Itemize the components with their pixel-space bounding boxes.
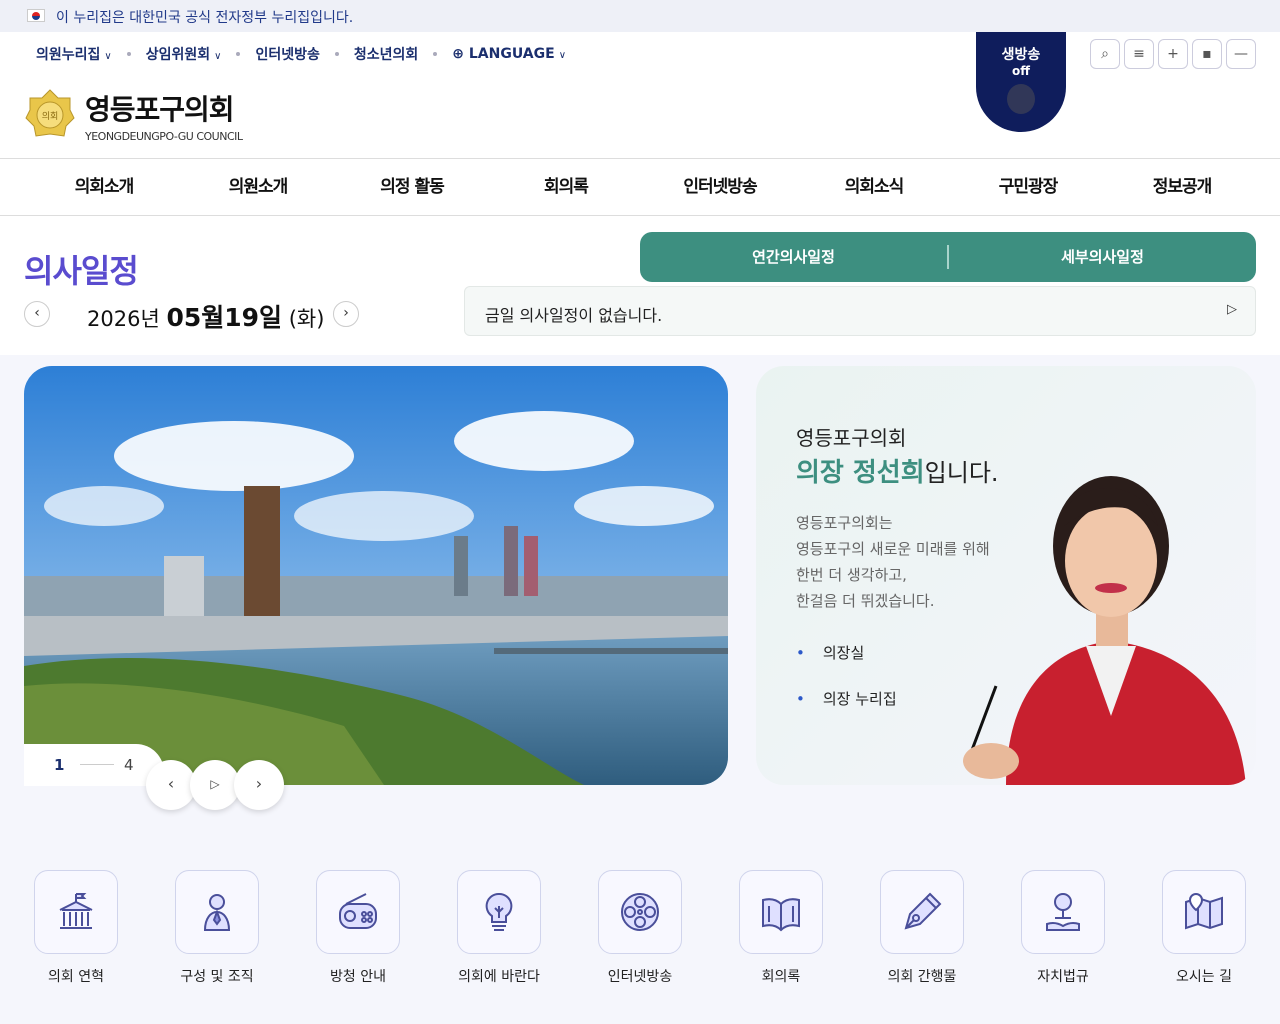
nav-item[interactable]: 정보공개 [1105,159,1259,215]
quick-link-visit[interactable]: 방청 안내 [316,870,400,986]
zoom-in-icon[interactable]: + [1158,39,1188,69]
live-status: off [1012,64,1030,78]
util-link-members[interactable]: 의원누리집 ∨ [36,44,112,64]
nav-item[interactable]: 인터넷방송 [643,159,797,215]
slide-next-button[interactable]: › [234,760,284,810]
chairman-site-link[interactable]: 의장 누리집 [796,688,897,709]
quick-link-broadcast[interactable]: 인터넷방송 [598,870,682,986]
schedule-date: 2026년 05월19일 (화) [87,303,325,332]
nav-item[interactable]: 의정 활동 [335,159,489,215]
slide-play-button[interactable]: ▷ [190,760,240,810]
schedule-notice[interactable]: 금일 의사일정이 없습니다. ▷ [464,286,1256,336]
korea-flag-icon [27,9,45,22]
nav-item[interactable]: 의회소식 [797,159,951,215]
site-subtitle: YEONGDEUNGPO-GU COUNCIL [85,130,243,143]
chevron-down-icon: ∨ [558,50,567,61]
radio-icon [339,893,377,929]
brand[interactable]: 영등포구의회 YEONGDEUNGPO-GU COUNCIL [85,88,243,143]
tab-detail-schedule[interactable]: 세부의사일정 [949,232,1256,282]
nav-item[interactable]: 의회소개 [27,159,181,215]
quick-link-ordinance[interactable]: 자치법규 [1021,870,1105,986]
search-icon[interactable]: ⌕ [1090,39,1120,69]
chairman-greeting: 영등포구의회 의장 정선희입니다. 영등포구의회는 영등포구의 새로운 미래를 … [756,366,1256,785]
main-nav: 의회소개 의원소개 의정 활동 회의록 인터넷방송 의회소식 구민광장 정보공개 [0,158,1280,216]
book-icon [762,898,800,932]
reset-icon[interactable]: ▪ [1192,39,1222,69]
person-icon [203,894,231,931]
gov-banner-text[interactable]: 이 누리집은 대한민국 공식 전자정부 누리집입니다. [56,7,353,27]
menu-icon[interactable]: ≡ [1124,39,1154,69]
slide-total: 4 [124,756,134,774]
util-link-youth[interactable]: 청소년의회 [354,44,418,64]
quick-link-organization[interactable]: 구성 및 조직 [175,870,259,986]
gov-banner: 이 누리집은 대한민국 공식 전자정부 누리집입니다. [0,0,1280,32]
building-icon [59,893,93,929]
chairman-photo [963,476,1246,785]
toolbar: ⌕ ≡ + ▪ — [1090,39,1256,69]
hero-slide-image [24,366,728,785]
nav-item[interactable]: 회의록 [489,159,643,215]
greeting-line1: 영등포구의회 [796,426,907,450]
slide-prev-button[interactable]: ‹ [146,760,196,810]
pen-icon [904,892,942,930]
schedule-title: 의사일정 [24,252,139,290]
quick-link-publications[interactable]: 의회 간행물 [880,870,964,986]
slider-pager: 1 4 [24,744,164,786]
council-logo[interactable]: 의회 [24,88,76,140]
quick-link-history[interactable]: 의회 연혁 [34,870,118,986]
utility-nav: 의원누리집 ∨ 상임위원회 ∨ 인터넷방송 청소년의회 ⊕ LANGUAGE ∨ [36,44,566,64]
quick-link-suggestion[interactable]: 의회에 바란다 [457,870,541,986]
quick-link-minutes[interactable]: 회의록 [739,870,823,986]
lightbulb-icon [485,892,513,931]
next-date-button[interactable]: › [333,301,359,327]
play-icon[interactable]: ▷ [1227,302,1237,317]
prev-date-button[interactable]: ‹ [24,301,50,327]
nav-item[interactable]: 의원소개 [181,159,335,215]
util-link-broadcast[interactable]: 인터넷방송 [255,44,319,64]
zoom-out-icon[interactable]: — [1226,39,1256,69]
live-label: 생방송 [1001,47,1041,63]
chevron-down-icon: ∨ [104,51,112,62]
chevron-down-icon: ∨ [214,51,222,62]
svg-text:의회: 의회 [42,111,59,122]
util-link-language[interactable]: ⊕ LANGUAGE ∨ [452,46,566,62]
film-reel-icon [621,893,659,931]
live-broadcast-badge[interactable]: 생방송 off [976,32,1066,132]
site-title: 영등포구의회 [85,93,235,126]
chairman-office-link[interactable]: 의장실 [796,642,864,663]
slide-current: 1 [54,756,65,774]
nav-item[interactable]: 구민광장 [951,159,1105,215]
quick-link-directions[interactable]: 오시는 길 [1162,870,1246,986]
bulb-icon [1007,84,1035,114]
law-icon [1046,893,1080,931]
schedule-tabs: 연간의사일정 세부의사일정 [640,232,1256,282]
globe-icon: ⊕ [452,46,469,62]
tab-annual-schedule[interactable]: 연간의사일정 [640,232,947,282]
map-icon [1185,892,1223,930]
util-link-committee[interactable]: 상임위원회 ∨ [146,44,222,64]
